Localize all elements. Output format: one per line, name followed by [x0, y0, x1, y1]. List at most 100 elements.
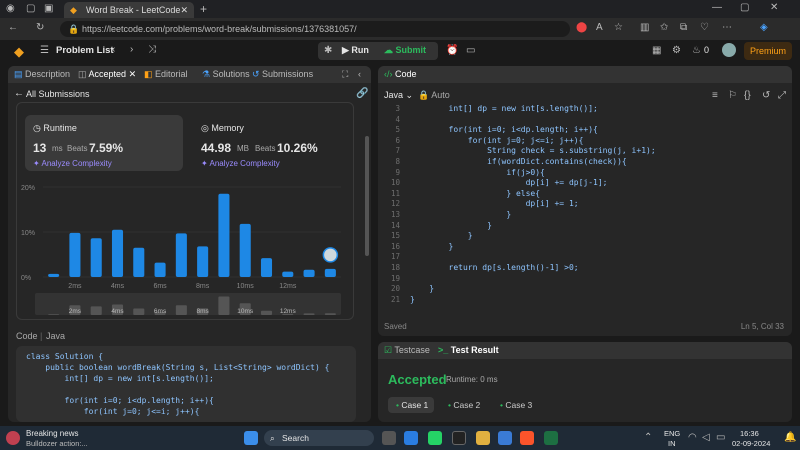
fullscreen-icon[interactable]: ⤢ — [778, 90, 786, 101]
vscode-icon[interactable] — [498, 431, 512, 445]
whatsapp-icon[interactable] — [428, 431, 442, 445]
x-tick-label: 8ms — [196, 283, 210, 290]
tab-editorial[interactable]: ◧ Editorial — [144, 66, 188, 83]
code-tab[interactable]: ‹/› Code — [384, 66, 417, 83]
case-3-label: Case 3 — [505, 400, 533, 410]
workspaces-icon[interactable]: ▢ — [26, 3, 35, 14]
memory-analyze-link[interactable]: ✦ Analyze Complexity — [201, 159, 280, 168]
line-number: 9 — [395, 167, 400, 177]
submit-button[interactable]: ☁ Submit — [384, 45, 426, 56]
leetcode-logo-icon[interactable]: ◆ — [14, 44, 24, 60]
runtime-title-text: Runtime — [43, 123, 77, 133]
problem-list-link[interactable]: Problem List — [56, 45, 114, 56]
brave-icon[interactable] — [520, 431, 534, 445]
split-screen-icon[interactable]: ▥ — [640, 22, 649, 33]
close-window-icon[interactable]: ✕ — [770, 2, 778, 13]
excel-icon[interactable] — [544, 431, 558, 445]
reset-icon[interactable]: ↺ — [762, 90, 770, 101]
maximize-icon[interactable]: ▢ — [740, 2, 749, 13]
minimize-icon[interactable]: — — [712, 2, 722, 13]
clock-time[interactable]: 16:36 — [740, 429, 759, 438]
run-button[interactable]: ▶ Run — [342, 45, 369, 56]
format-icon[interactable]: ≡ — [712, 90, 718, 101]
reload-icon[interactable]: ↻ — [36, 22, 44, 33]
run-submit-group: ✱ ▶ Run ☁ Submit — [318, 42, 438, 60]
tab-actions-icon[interactable]: ▣ — [44, 3, 53, 14]
debug-icon[interactable]: ✱ — [324, 45, 332, 56]
tab-test-result[interactable]: >_ Test Result — [438, 342, 499, 359]
tab-solutions-label: Solutions — [212, 69, 250, 79]
shuffle-icon[interactable]: ⤨ — [148, 44, 156, 55]
line-number: 10 — [390, 178, 400, 188]
start-icon[interactable] — [244, 431, 258, 445]
memory-title: ◎ Memory — [201, 123, 244, 134]
notification-icon[interactable]: 🔔 — [784, 432, 796, 443]
extension-icon[interactable]: ⬤ — [576, 22, 587, 33]
copilot-icon[interactable]: ◈ — [760, 22, 768, 33]
auto-toggle[interactable]: 🔒 Auto — [418, 90, 450, 101]
link-icon[interactable]: 🔗 — [356, 88, 368, 99]
runtime-card[interactable]: ◷ Runtime 13 ms Beats 7.59% ✦ Analyze Co… — [25, 115, 183, 171]
language-select[interactable]: Java ⌄ — [384, 90, 413, 101]
code-line: for(int i=0; i<dp.length; i++){ — [410, 125, 598, 135]
profile-icon[interactable]: ◉ — [6, 3, 15, 14]
premium-button[interactable]: Premium — [744, 42, 792, 60]
taskbar-search[interactable]: ⌕ Search — [264, 430, 374, 446]
news-widget-icon[interactable] — [6, 431, 20, 445]
prev-problem-icon[interactable]: ‹ — [112, 44, 115, 55]
case-2-button[interactable]: • Case 2 — [440, 397, 488, 413]
close-tab-accepted-icon[interactable]: ✕ — [129, 69, 137, 79]
tab-description[interactable]: ▤ Description — [14, 66, 70, 83]
read-aloud-icon[interactable]: A — [596, 22, 603, 33]
all-submissions-link[interactable]: All Submissions — [26, 89, 90, 99]
expand-icon[interactable]: ⛶ — [342, 66, 348, 83]
case-1-button[interactable]: • Case 1 — [388, 397, 434, 413]
wifi-icon[interactable]: ◠ — [688, 432, 697, 443]
clock-icon: ◷ — [33, 123, 44, 133]
tab-solutions[interactable]: ⚗ Solutions — [202, 66, 250, 83]
avatar[interactable] — [722, 43, 736, 57]
left-scrollbar[interactable] — [365, 136, 369, 256]
code-editor[interactable]: 3 int[] dp = new int[s.length()]; 4 5 for(… — [378, 104, 792, 314]
runtime-analyze-link[interactable]: ✦ Analyze Complexity — [33, 159, 112, 168]
timer-icon[interactable]: ⏰ — [446, 45, 458, 56]
notes-icon[interactable]: ▭ — [466, 45, 475, 56]
collapse-icon[interactable]: ‹ — [358, 66, 361, 83]
back-icon[interactable]: ← — [8, 22, 18, 33]
edge-icon[interactable] — [404, 431, 418, 445]
tab-submissions[interactable]: ↺ Submissions — [252, 66, 313, 83]
favorites-icon[interactable]: ✩ — [660, 22, 668, 33]
case-3-button[interactable]: • Case 3 — [492, 397, 540, 413]
volume-icon[interactable]: ◁ — [702, 432, 710, 443]
news-title[interactable]: Breaking news — [26, 429, 78, 438]
bookmark-icon[interactable]: ⚐ — [728, 90, 737, 101]
runtime-value: 13 — [33, 141, 47, 155]
battery-icon[interactable]: ▭ — [716, 432, 725, 443]
braces-icon[interactable]: {} — [744, 90, 751, 101]
close-tab-icon[interactable]: ✕ — [180, 2, 188, 18]
terminal-app-icon[interactable] — [452, 431, 466, 445]
tray-chevron-icon[interactable]: ⌃ — [644, 432, 652, 443]
settings-icon[interactable]: ⚙ — [672, 45, 681, 56]
memory-card[interactable]: ◎ Memory 44.98 MB Beats 10.26% ✦ Analyze… — [193, 115, 343, 171]
new-tab-icon[interactable]: + — [200, 2, 207, 16]
next-problem-icon[interactable]: › — [130, 44, 133, 55]
browser-tab-bar: ◉ ▢ ▣ ◆ Word Break - LeetCode ✕ + — ▢ ✕ — [0, 0, 800, 18]
browser-tab[interactable]: ◆ Word Break - LeetCode ✕ — [64, 2, 194, 18]
navigator-tick-label: 6ms — [154, 308, 167, 315]
tab-accepted[interactable]: ◫ Accepted ✕ — [78, 66, 136, 83]
layout-icon[interactable]: ▦ — [652, 45, 661, 56]
task-view-icon[interactable] — [382, 431, 396, 445]
file-explorer-icon[interactable] — [476, 431, 490, 445]
result-runtime: Runtime: 0 ms — [446, 375, 498, 384]
favorite-icon[interactable]: ☆ — [614, 22, 623, 33]
more-icon[interactable]: ⋯ — [722, 22, 732, 33]
collections-icon[interactable]: ⧉ — [680, 22, 687, 33]
streak-icon[interactable]: ♨ — [692, 45, 701, 56]
url-input[interactable]: 🔒 https://leetcode.com/problems/word-bre… — [60, 21, 570, 37]
history-icon[interactable]: ♡ — [700, 22, 709, 33]
tab-testcase[interactable]: ☑ Testcase — [384, 342, 430, 359]
test-panel-head: ☑ Testcase >_ Test Result — [378, 342, 792, 359]
input-lang[interactable]: ENG — [664, 429, 680, 438]
back-arrow-icon[interactable]: ← — [14, 88, 24, 99]
